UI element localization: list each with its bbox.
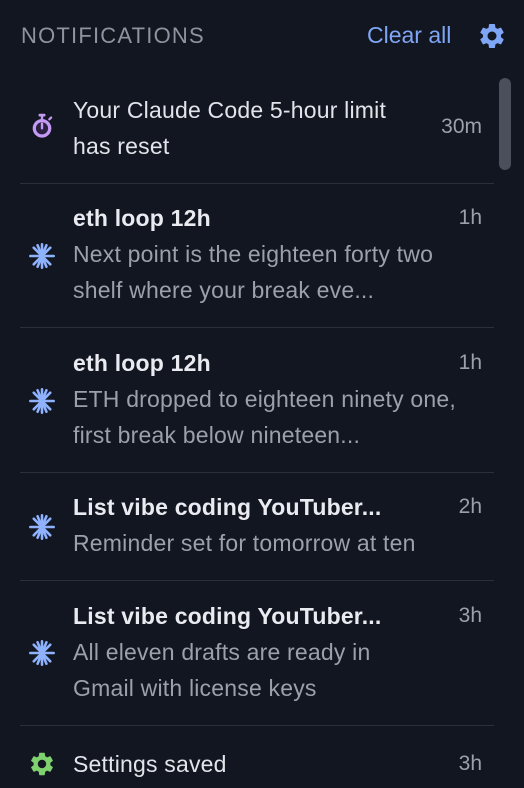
sparkle-icon: [29, 388, 55, 414]
panel-title: NOTIFICATIONS: [21, 23, 205, 48]
clear-all-button[interactable]: Clear all: [367, 21, 451, 49]
gear-icon: [31, 752, 53, 776]
notification-item[interactable]: Your Claude Code 5-hour limit has reset …: [20, 76, 494, 182]
sparkle-icon: [29, 243, 55, 269]
notification-time: 3h: [458, 604, 482, 627]
notifications-panel: NOTIFICATIONS Clear all Your Claude Code…: [0, 0, 524, 788]
notification-time: 3h: [458, 752, 482, 775]
notification-body: Next point is the eighteen forty two she…: [73, 241, 434, 303]
notification-time: 1h: [458, 206, 482, 229]
notification-item[interactable]: eth loop 12h ETH dropped to eighteen nin…: [20, 328, 494, 472]
notification-list[interactable]: Your Claude Code 5-hour limit has reset …: [20, 76, 494, 788]
notification-title: Your Claude Code 5-hour limit has reset: [73, 97, 387, 159]
notifications-header: NOTIFICATIONS Clear all: [0, 0, 524, 72]
notification-body: ETH dropped to eighteen ninety one, firs…: [73, 386, 456, 448]
notification-body: All eleven drafts are ready in Gmail wit…: [73, 639, 371, 701]
notification-item[interactable]: List vibe coding YouTuber... All eleven …: [20, 581, 494, 725]
notification-body: Reminder set for tomorrow at ten: [73, 530, 416, 556]
sparkle-icon: [29, 640, 55, 666]
notification-title: eth loop 12h: [73, 350, 211, 376]
notification-title: List vibe coding YouTuber...: [73, 603, 382, 629]
notification-item[interactable]: eth loop 12h Next point is the eighteen …: [20, 184, 494, 328]
notification-time: 2h: [458, 495, 482, 518]
sparkle-icon: [29, 514, 55, 540]
gear-icon: [480, 23, 504, 48]
notification-item[interactable]: List vibe coding YouTuber... Reminder se…: [20, 473, 494, 581]
notification-time: 30m: [441, 115, 482, 138]
notification-title: Settings saved: [73, 751, 227, 777]
notification-title: List vibe coding YouTuber...: [73, 494, 382, 520]
notification-item[interactable]: Settings saved 3h: [20, 726, 494, 788]
settings-button[interactable]: [477, 21, 507, 51]
notification-time: 1h: [458, 351, 482, 374]
scrollbar-thumb[interactable]: [499, 78, 511, 170]
stopwatch-icon: [32, 113, 53, 138]
notification-title: eth loop 12h: [73, 205, 211, 231]
